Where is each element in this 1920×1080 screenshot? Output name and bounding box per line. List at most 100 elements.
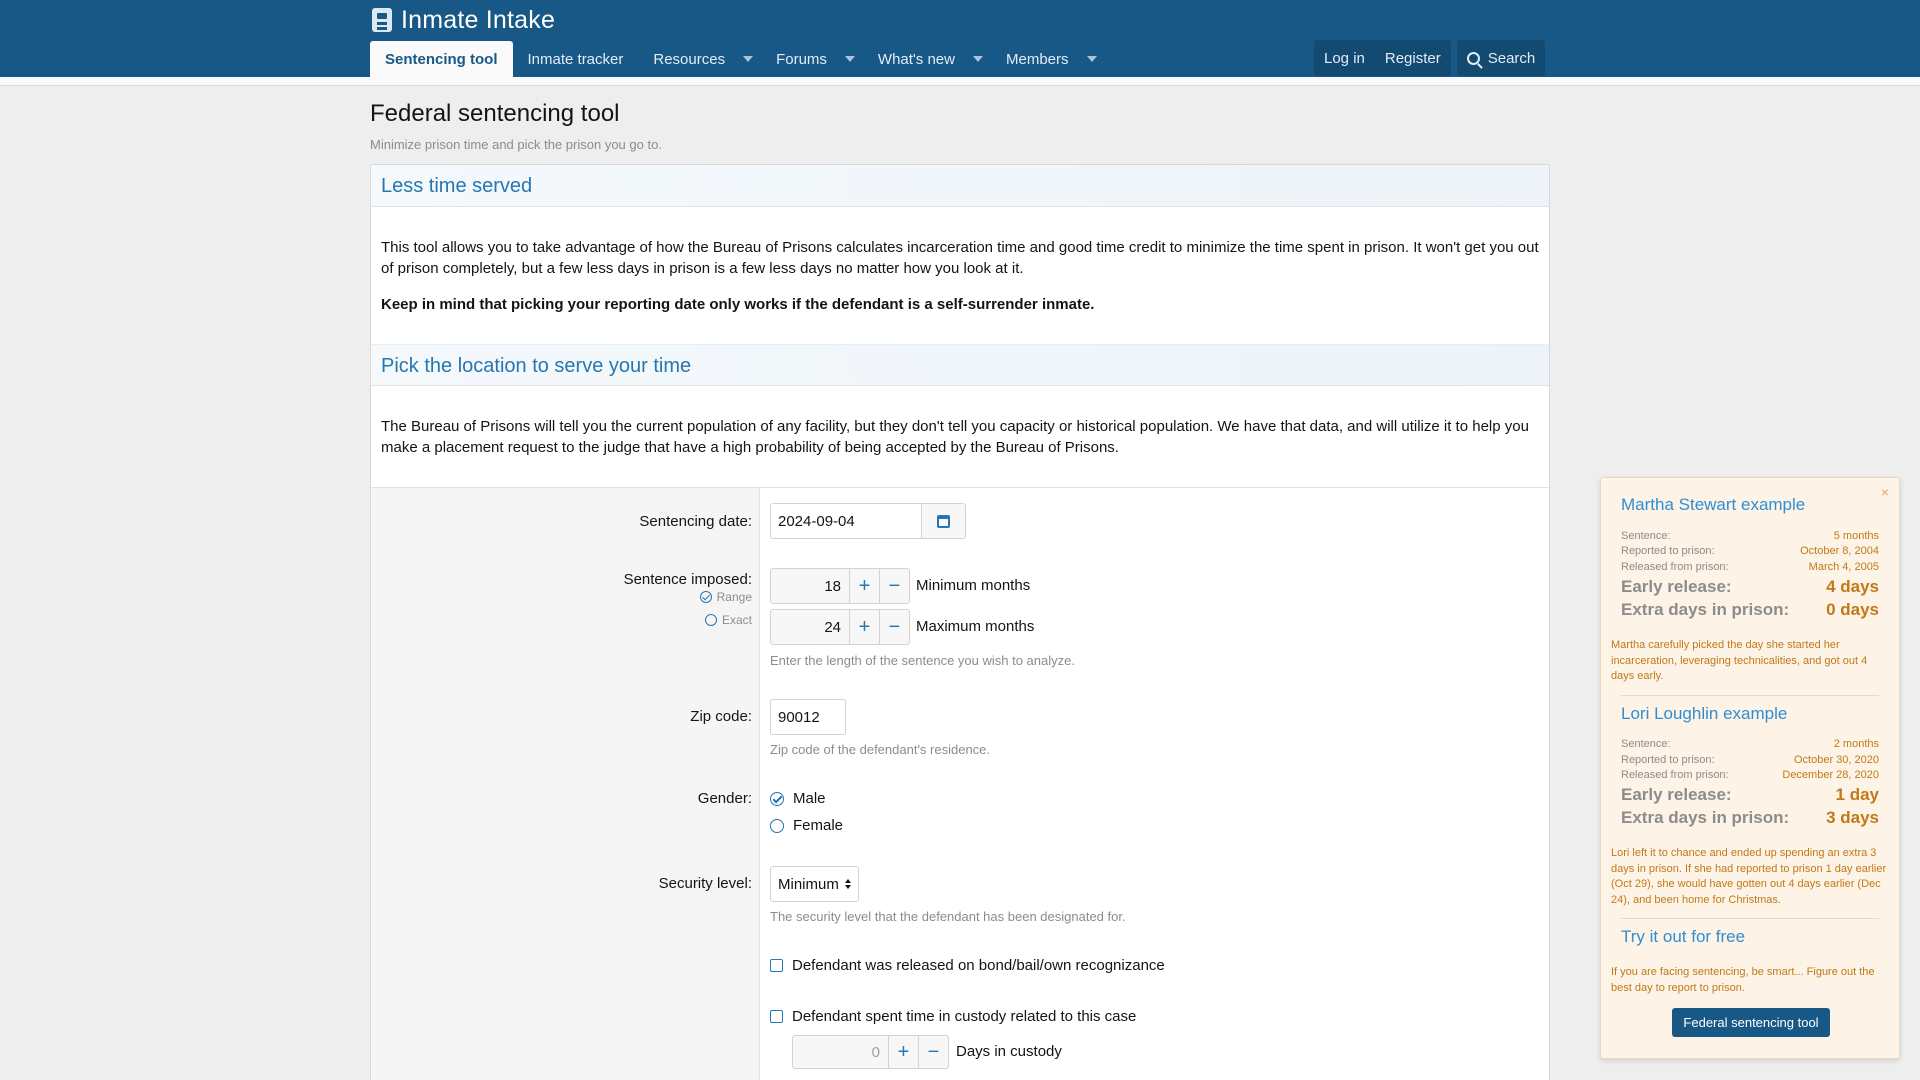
radio-checked-icon[interactable] (770, 791, 784, 806)
gender-female-radio[interactable]: Female (770, 817, 843, 834)
section-body-less-time: This tool allows you to take advantage o… (371, 207, 1549, 344)
radio-unchecked-icon[interactable] (770, 818, 784, 833)
select-arrows-icon (844, 879, 851, 889)
search-button[interactable]: Search (1456, 40, 1546, 76)
custody-checkbox[interactable]: Defendant spent time in custody related … (770, 1008, 1136, 1025)
sub-nav-bar (0, 77, 1920, 86)
search-label: Search (1487, 49, 1536, 67)
sentencing-date-label: Sentencing date: (639, 513, 752, 530)
security-hint: The security level that the defendant ha… (770, 909, 1126, 924)
account-buttons: Log in Register (1314, 40, 1451, 76)
main-block: Less time served This tool allows you to… (370, 164, 1550, 1080)
checkbox-icon[interactable] (770, 1010, 783, 1023)
sentencing-date-input[interactable]: 2024-09-04 (770, 503, 922, 539)
min-months-label: Minimum months (916, 577, 1031, 594)
radio-unchecked-icon[interactable] (704, 614, 717, 626)
site-name: Inmate Intake (401, 5, 556, 34)
logo-icon (372, 8, 392, 32)
decrement-button[interactable]: − (880, 609, 910, 645)
try-it-note: If you are facing sentencing, be smart..… (1611, 966, 1875, 994)
zip-input[interactable]: 90012 (770, 699, 846, 735)
extra-days-row: Extra days in prison: 3 days (1621, 808, 1879, 827)
account-nav: Log in Register Search (1314, 40, 1546, 76)
security-label: Security level: (658, 875, 752, 892)
bond-label: Defendant was released on bond/bail/own … (792, 957, 1165, 974)
custody-days-input[interactable]: 0 (792, 1035, 889, 1069)
custody-label: Defendant spent time in custody related … (792, 1008, 1137, 1025)
min-months-stepper: 18 + − (770, 568, 910, 604)
divider (1621, 695, 1879, 696)
chevron-down-icon[interactable] (972, 56, 983, 62)
early-release-row: Early release: 1 day (1621, 785, 1879, 804)
chevron-down-icon[interactable] (844, 56, 855, 62)
login-button[interactable]: Log in (1314, 40, 1375, 76)
intro-paragraph: This tool allows you to take advantage o… (381, 239, 1539, 277)
register-button[interactable]: Register (1375, 40, 1451, 76)
example-row: Reported to prison: October 8, 2004 (1621, 545, 1879, 557)
section-header-location: Pick the location to serve your time (371, 344, 1549, 386)
security-select[interactable]: Minimum (770, 866, 859, 902)
custody-days-label: Days in custody (956, 1043, 1062, 1060)
security-value: Minimum (778, 875, 839, 893)
page-title: Federal sentencing tool (370, 100, 620, 127)
zip-hint: Zip code of the defendant's residence. (770, 742, 991, 757)
chevron-down-icon[interactable] (743, 56, 754, 62)
tab-members[interactable]: Members (1002, 41, 1116, 77)
sentencing-form: Sentencing date: 2024-09-04 Sentence imp… (371, 487, 1549, 1080)
decrement-button[interactable]: − (880, 568, 910, 604)
tab-forums[interactable]: Forums (772, 41, 874, 77)
mode-exact-label: Exact (721, 613, 752, 627)
max-months-input[interactable]: 24 (770, 609, 850, 645)
tab-whats-new[interactable]: What's new (874, 41, 1002, 77)
sentence-imposed-label: Sentence imposed: (623, 571, 752, 588)
try-it-title[interactable]: Try it out for free (1621, 927, 1745, 947)
example-row: Sentence: 2 months (1621, 738, 1879, 750)
tab-inmate-tracker[interactable]: Inmate tracker (513, 41, 639, 77)
page-description: Minimize prison time and pick the prison… (370, 137, 662, 152)
example-note-martha: Martha carefully picked the day she star… (1611, 639, 1868, 682)
sentence-hint: Enter the length of the sentence you wis… (770, 653, 1075, 668)
examples-popup: × Martha Stewart example Sentence: 5 mont… (1600, 477, 1900, 1059)
decrement-button[interactable]: − (919, 1035, 949, 1069)
example-title-martha[interactable]: Martha Stewart example (1621, 495, 1805, 515)
gender-label: Gender: (697, 790, 752, 807)
radio-checked-icon[interactable] (699, 591, 712, 603)
example-row: Sentence: 5 months (1621, 530, 1879, 542)
location-paragraph: The Bureau of Prisons will tell you the … (381, 418, 1529, 456)
warning-paragraph: Keep in mind that picking your reporting… (381, 296, 1095, 313)
increment-button[interactable]: + (850, 609, 880, 645)
chevron-down-icon[interactable] (1086, 56, 1097, 62)
bond-checkbox[interactable]: Defendant was released on bond/bail/own … (770, 957, 1165, 974)
increment-button[interactable]: + (889, 1035, 919, 1069)
site-header: Inmate Intake Sentencing tool Inmate tra… (0, 0, 1920, 77)
section-header-less-time: Less time served (371, 165, 1549, 207)
checkbox-icon[interactable] (770, 959, 783, 972)
divider (1621, 918, 1879, 919)
federal-sentencing-tool-button[interactable]: Federal sentencing tool (1672, 1008, 1830, 1037)
calendar-button[interactable] (922, 503, 966, 539)
tab-resources[interactable]: Resources (638, 41, 772, 77)
early-release-row: Early release: 4 days (1621, 577, 1879, 596)
mode-range-radio[interactable]: Range (699, 590, 752, 604)
mode-range-label: Range (716, 590, 752, 604)
custody-days-stepper: 0 + − (792, 1035, 949, 1069)
increment-button[interactable]: + (850, 568, 880, 604)
section-body-location: The Bureau of Prisons will tell you the … (371, 386, 1549, 458)
gender-male-radio[interactable]: Male (770, 790, 826, 807)
example-title-lori[interactable]: Lori Loughlin example (1621, 704, 1787, 724)
mode-exact-radio[interactable]: Exact (704, 613, 752, 627)
zip-label: Zip code: (690, 708, 752, 725)
tab-sentencing-tool[interactable]: Sentencing tool (370, 41, 513, 77)
site-logo[interactable]: Inmate Intake (372, 6, 555, 34)
search-icon (1466, 51, 1480, 65)
example-note-lori: Lori left it to chance and ended up spen… (1611, 847, 1887, 906)
example-row: Released from prison: March 4, 2005 (1621, 561, 1879, 573)
calendar-icon (937, 514, 950, 528)
extra-days-row: Extra days in prison: 0 days (1621, 600, 1879, 619)
min-months-input[interactable]: 18 (770, 568, 850, 604)
gender-female-label: Female (793, 817, 844, 834)
example-row: Reported to prison: October 30, 2020 (1621, 754, 1879, 766)
close-icon[interactable]: × (1881, 484, 1889, 500)
main-nav: Sentencing tool Inmate tracker Resources… (370, 41, 1116, 77)
max-months-label: Maximum months (916, 618, 1035, 635)
